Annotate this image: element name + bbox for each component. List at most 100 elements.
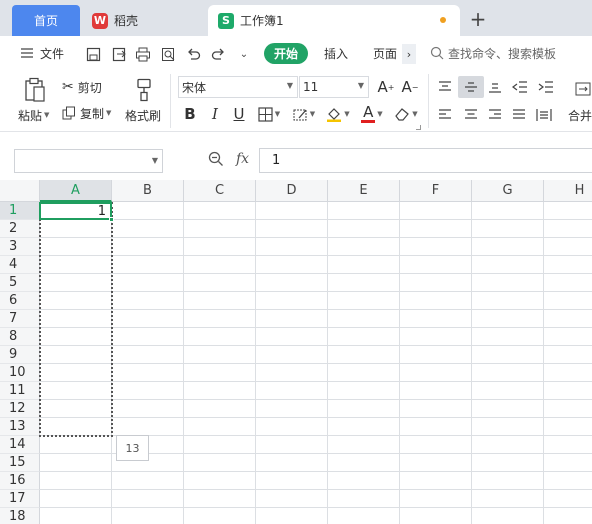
formula-input[interactable]: 1 [259, 148, 592, 173]
redo-icon[interactable] [209, 45, 227, 63]
align-bottom-icon[interactable] [486, 78, 504, 96]
name-box[interactable]: ▼ [14, 149, 163, 173]
row-header-15[interactable]: 15 [0, 454, 40, 472]
file-menu[interactable]: 文件 [20, 36, 64, 70]
menu-bar: 文件 ⌄ 开始 插入 页面 › 查找命令、搜索模板 [0, 36, 592, 70]
decrease-font-icon[interactable]: A − [400, 78, 420, 96]
search-icon [430, 46, 444, 60]
grid-line [40, 399, 592, 400]
distributed-align-icon[interactable] [534, 106, 554, 124]
more-tabs-chevron-icon[interactable]: › [402, 44, 416, 64]
print-icon[interactable] [134, 45, 152, 63]
active-cell-a1[interactable]: 1 [39, 202, 112, 220]
tab-insert[interactable]: 插入 [324, 36, 348, 70]
paste-label: 粘贴 [18, 108, 43, 123]
align-left-icon[interactable] [436, 106, 454, 124]
column-header-b[interactable]: B [112, 180, 184, 202]
new-tab-button[interactable]: + [468, 7, 488, 31]
border-icon [258, 106, 273, 122]
justify-icon[interactable] [510, 106, 528, 124]
column-header-c[interactable]: C [184, 180, 256, 202]
font-color-button[interactable]: A ▼ [358, 104, 386, 124]
font-dialog-launcher-icon[interactable] [416, 125, 421, 130]
tab-docer[interactable]: W 稻壳 [84, 5, 204, 36]
underline-button[interactable]: U [230, 104, 248, 124]
grid-line [40, 309, 592, 310]
clear-button[interactable]: ▼ [392, 104, 420, 124]
align-middle-icon[interactable] [458, 76, 484, 98]
save-icon[interactable] [84, 45, 102, 63]
spreadsheet-grid[interactable]: A B C D E F G H 1 2 3 4 5 6 7 8 9 10 11 … [0, 180, 592, 524]
undo-icon[interactable] [184, 45, 202, 63]
border-button[interactable]: ▼ [254, 104, 284, 124]
row-header-17[interactable]: 17 [0, 490, 40, 508]
font-name-select[interactable]: 宋体 ▼ [178, 76, 298, 98]
cut-button[interactable]: ✂ 剪切 [62, 78, 102, 96]
paste-icon[interactable] [18, 76, 52, 104]
row-header-11[interactable]: 11 [0, 382, 40, 400]
tab-page[interactable]: 页面 [373, 36, 397, 70]
row-header-16[interactable]: 16 [0, 472, 40, 490]
align-top-icon[interactable] [436, 78, 454, 96]
row-header-6[interactable]: 6 [0, 292, 40, 310]
row-header-1[interactable]: 1 [0, 202, 40, 220]
column-header-d[interactable]: D [256, 180, 328, 202]
row-header-5[interactable]: 5 [0, 274, 40, 292]
grid-line [255, 202, 256, 524]
command-search[interactable]: 查找命令、搜索模板 [430, 36, 556, 70]
tab-start[interactable]: 开始 [264, 43, 308, 64]
row-header-2[interactable]: 2 [0, 220, 40, 238]
row-header-9[interactable]: 9 [0, 346, 40, 364]
tab-workbook-label: 工作簿1 [240, 14, 284, 28]
tab-home[interactable]: 首页 [12, 5, 80, 36]
row-header-12[interactable]: 12 [0, 400, 40, 418]
merge-button[interactable]: 合并 [568, 106, 592, 124]
fill-tooltip: 13 [116, 435, 149, 461]
row-header-10[interactable]: 10 [0, 364, 40, 382]
row-header-14[interactable]: 14 [0, 436, 40, 454]
fill-color-button[interactable]: ▼ [324, 104, 352, 124]
row-header-13[interactable]: 13 [0, 418, 40, 436]
format-painter-icon[interactable] [130, 76, 158, 104]
column-header-f[interactable]: F [400, 180, 472, 202]
grid-line [40, 489, 592, 490]
grid-line [399, 202, 400, 524]
customize-toolbar-icon[interactable]: ⌄ [235, 45, 253, 63]
align-center-icon[interactable] [462, 106, 480, 124]
export-icon[interactable] [110, 45, 128, 63]
grid-line [40, 345, 592, 346]
cell-style-button[interactable]: ▼ [290, 104, 318, 124]
fill-handle[interactable] [109, 217, 114, 222]
tab-workbook[interactable]: S 工作簿1 [208, 5, 460, 36]
row-header-18[interactable]: 18 [0, 508, 40, 524]
increase-indent-icon[interactable] [536, 78, 556, 96]
increase-font-icon[interactable]: A + [376, 78, 396, 96]
insert-function-button[interactable]: fx [236, 151, 249, 167]
font-name-value: 宋体 [182, 80, 207, 95]
zoom-search-icon[interactable] [208, 151, 224, 171]
ribbon-separator [428, 74, 429, 128]
row-header-4[interactable]: 4 [0, 256, 40, 274]
column-header-h[interactable]: H [544, 180, 592, 202]
row-header-3[interactable]: 3 [0, 238, 40, 256]
align-right-icon[interactable] [486, 106, 504, 124]
grid-line [40, 507, 592, 508]
print-preview-icon[interactable] [159, 45, 177, 63]
select-all-corner[interactable] [0, 180, 40, 202]
row-header-7[interactable]: 7 [0, 310, 40, 328]
grid-line [40, 327, 592, 328]
decrease-indent-icon[interactable] [510, 78, 530, 96]
bold-button[interactable]: B [180, 104, 200, 124]
column-header-a[interactable]: A [40, 180, 112, 202]
row-header-8[interactable]: 8 [0, 328, 40, 346]
column-header-e[interactable]: E [328, 180, 400, 202]
merge-icon[interactable] [574, 78, 592, 100]
italic-button[interactable]: I [206, 104, 224, 124]
paste-button[interactable]: 粘贴 ▼ [18, 106, 49, 124]
grid-line [40, 291, 592, 292]
grid-line [40, 417, 592, 418]
column-header-g[interactable]: G [472, 180, 544, 202]
font-size-select[interactable]: 11 ▼ [299, 76, 369, 98]
format-painter-button[interactable]: 格式刷 [125, 106, 161, 124]
copy-button[interactable]: 复制 ▼ [62, 104, 111, 122]
